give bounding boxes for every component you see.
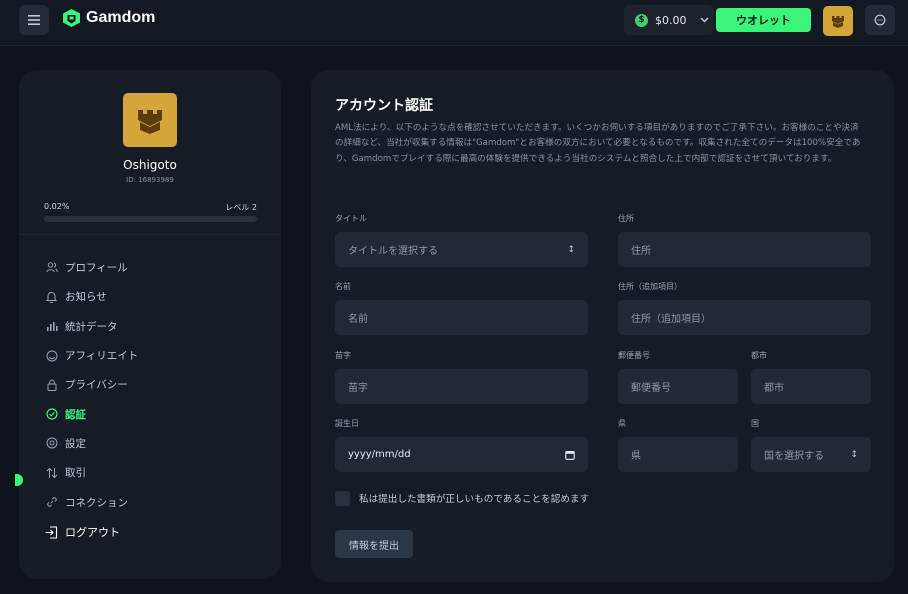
postal-input[interactable]: 郵便番号 xyxy=(618,369,738,404)
account-sidebar: Oshigoto ID: 16893989 0.02% レベル 2 プロフィール… xyxy=(15,70,281,579)
city-placeholder: 都市 xyxy=(764,383,784,394)
user-id: ID: 16893989 xyxy=(126,176,174,184)
username: Oshigoto xyxy=(123,158,177,172)
sidebar-item-label: お知らせ xyxy=(65,291,107,304)
sidebar-item-verification[interactable]: 認証 xyxy=(45,399,265,428)
logout-icon xyxy=(45,525,58,539)
address2-placeholder: 住所（追加項目） xyxy=(631,314,711,325)
address-input[interactable]: 住所 xyxy=(618,232,871,267)
users-icon xyxy=(45,261,58,274)
brand-name: Gamdom xyxy=(86,9,156,26)
select-arrows-icon: ↕ xyxy=(850,449,858,460)
sidebar-item-connections[interactable]: コネクション xyxy=(45,487,265,516)
lock-icon xyxy=(45,378,58,391)
sidebar-item-label: コネクション xyxy=(65,496,128,509)
check-circle-icon xyxy=(45,408,58,421)
gear-icon xyxy=(45,437,58,450)
title-select-value: タイトルを選択する xyxy=(348,246,438,257)
brand-logo[interactable]: Gamdom xyxy=(63,9,155,27)
sidebar-item-label: 設定 xyxy=(65,437,86,450)
header-avatar[interactable] xyxy=(823,6,853,36)
hamburger-icon xyxy=(28,15,40,25)
confirm-label: 私は提出した書類が正しいものであることを認めます xyxy=(359,494,590,505)
castle-icon xyxy=(832,16,844,28)
chat-button[interactable] xyxy=(865,5,895,35)
sidebar-item-statistics[interactable]: 統計データ xyxy=(45,312,265,341)
sidebar-item-affiliate[interactable]: アフィリエイト xyxy=(45,341,265,370)
chat-icon xyxy=(874,14,886,26)
level-label: レベル 2 xyxy=(225,203,257,212)
first-name-label: 名前 xyxy=(335,282,351,291)
last-name-input[interactable]: 苗字 xyxy=(335,369,588,404)
sidebar-item-notifications[interactable]: お知らせ xyxy=(45,282,265,311)
prefecture-label: 県 xyxy=(618,419,626,428)
sidebar-item-profile[interactable]: プロフィール xyxy=(45,253,265,282)
aml-description: AML法により、以下のような点を確認させていただきます。いくつかお伺いする項目が… xyxy=(335,123,861,164)
last-name-placeholder: 苗字 xyxy=(348,383,368,394)
bell-icon xyxy=(45,290,58,303)
sidebar-nav: プロフィール お知らせ 統計データ アフィリエイト プライバシー 認証 設定 取… xyxy=(45,253,265,517)
progress-percent: 0.02% xyxy=(44,202,70,211)
birthdate-input[interactable]: yyyy/mm/dd xyxy=(335,437,588,472)
last-name-label: 苗字 xyxy=(335,351,351,360)
logout-button[interactable]: ログアウト xyxy=(45,524,120,540)
address-placeholder: 住所 xyxy=(631,246,651,257)
sidebar-item-settings[interactable]: 設定 xyxy=(45,429,265,458)
balance-amount: $0.00 xyxy=(655,13,687,27)
sidebar-item-label: 統計データ xyxy=(65,320,118,333)
top-bar: Gamdom $ $0.00 ウオレット xyxy=(0,0,908,46)
sidebar-item-label: 取引 xyxy=(65,467,86,480)
country-label: 国 xyxy=(751,419,759,428)
coin-icon: $ xyxy=(635,13,648,27)
country-select-value: 国を選択する xyxy=(764,451,824,462)
select-arrows-icon: ↕ xyxy=(567,244,575,255)
birthdate-label: 誕生日 xyxy=(335,419,359,428)
address2-label: 住所（追加項目） xyxy=(618,282,682,291)
sidebar-item-label: プロフィール xyxy=(65,262,128,275)
prefecture-input[interactable]: 県 xyxy=(618,437,738,472)
birthdate-value: yyyy/mm/dd xyxy=(348,449,411,460)
smile-icon xyxy=(45,349,58,362)
chevron-down-icon xyxy=(699,17,709,23)
country-select[interactable]: 国を選択する ↕ xyxy=(751,437,871,472)
sidebar-item-label: アフィリエイト xyxy=(65,350,139,363)
sidebar-item-privacy[interactable]: プライバシー xyxy=(45,370,265,399)
postal-label: 郵便番号 xyxy=(618,351,650,360)
submit-button[interactable]: 情報を提出 xyxy=(335,530,413,558)
address2-input[interactable]: 住所（追加項目） xyxy=(618,300,871,335)
city-input[interactable]: 都市 xyxy=(751,369,871,404)
divider xyxy=(19,234,281,235)
logout-label: ログアウト xyxy=(65,526,120,539)
balance-dropdown[interactable]: $ $0.00 xyxy=(624,5,714,35)
wallet-button[interactable]: ウオレット xyxy=(716,8,811,32)
city-label: 都市 xyxy=(751,351,767,360)
title-select[interactable]: タイトルを選択する ↕ xyxy=(335,232,588,267)
first-name-placeholder: 名前 xyxy=(348,314,368,325)
prefecture-placeholder: 県 xyxy=(631,451,641,462)
sidebar-item-transactions[interactable]: 取引 xyxy=(45,458,265,487)
bar-chart-icon xyxy=(45,320,58,333)
title-label: タイトル xyxy=(335,214,367,223)
calendar-icon[interactable] xyxy=(565,450,575,460)
level-progress-bar xyxy=(44,216,257,222)
menu-button[interactable] xyxy=(19,5,49,35)
active-indicator xyxy=(15,474,23,486)
first-name-input[interactable]: 名前 xyxy=(335,300,588,335)
transfer-icon xyxy=(45,466,58,479)
gamdom-logo-icon xyxy=(63,9,80,27)
sidebar-item-label: 認証 xyxy=(65,408,86,421)
profile-avatar xyxy=(123,93,177,147)
address-label: 住所 xyxy=(618,214,634,223)
verification-panel: アカウント認証 AML法により、以下のような点を確認させていただきます。いくつか… xyxy=(311,70,894,582)
link-icon xyxy=(45,496,58,509)
castle-icon xyxy=(138,110,162,134)
confirm-checkbox[interactable] xyxy=(335,491,350,506)
page-title: アカウント認証 xyxy=(335,98,433,114)
sidebar-item-label: プライバシー xyxy=(65,379,128,392)
postal-placeholder: 郵便番号 xyxy=(631,383,671,394)
